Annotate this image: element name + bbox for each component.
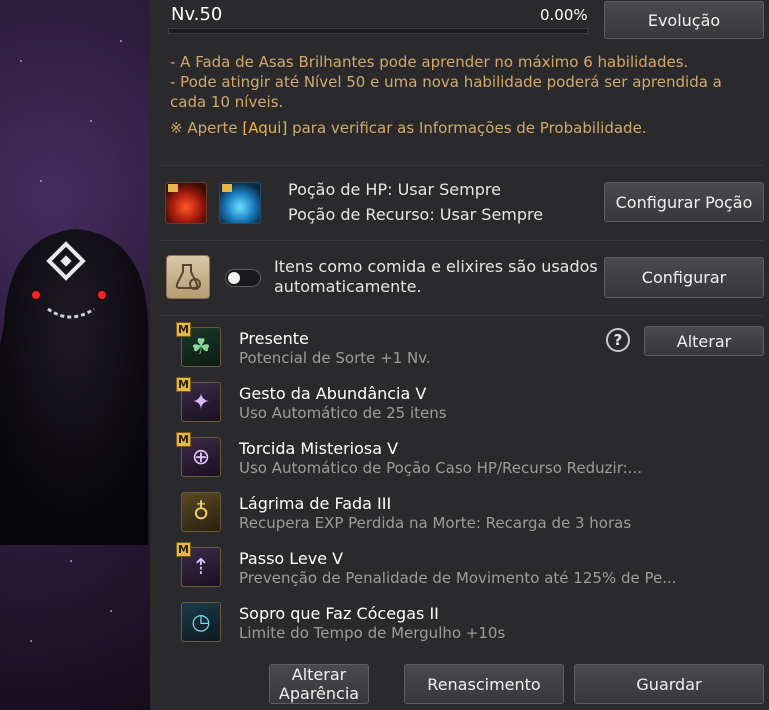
mastery-badge: M [176,322,191,337]
rebirth-button[interactable]: Renascimento [404,664,564,704]
resource-potion-icon[interactable] [219,182,261,224]
skill-description: Uso Automático de 25 itens [239,404,447,422]
skill-title: Torcida Misteriosa V [239,439,399,458]
level-label: Nv.50 [171,4,223,25]
mastery-badge: M [176,432,191,447]
mastery-badge: M [176,542,191,557]
skill-title: Gesto da Abundância V [239,384,427,403]
probability-link[interactable]: [Aqui] [242,119,287,137]
probability-note-suffix: para verificar as Informações de Probabi… [287,119,647,137]
skill-description: Potencial de Sorte +1 Nv. [239,349,431,367]
skill-description: Limite do Tempo de Mergulho +10s [239,624,506,642]
skill-description: Uso Automático de Poção Caso HP/Recurso … [239,459,642,477]
divider [160,240,763,241]
help-icon[interactable]: ? [606,328,630,352]
note-line-3: cada 10 níveis. [170,93,284,111]
skill-title: Presente [239,329,309,348]
note-line-2: - Pode atingir até Nível 50 e uma nova h… [170,73,722,91]
resource-potion-setting: Poção de Recurso: Usar Sempre [288,205,544,224]
bubble-timer-icon[interactable]: ◷ [181,602,221,642]
change-appearance-button[interactable]: Alterar Aparência [269,664,369,704]
exp-bar [168,28,588,34]
auto-items-toggle[interactable] [225,269,261,287]
store-button[interactable]: Guardar [574,664,764,704]
evolution-button[interactable]: Evolução [604,1,764,39]
skill-description: Prevenção de Penalidade de Movimento até… [239,569,677,587]
change-skill-button[interactable]: Alterar [644,326,764,356]
level-percent: 0.00% [540,6,588,24]
probability-note-prefix: ※ Aperte [170,119,243,137]
auto-items-text-1: Itens como comida e elixires são usados [274,257,598,276]
divider [160,165,763,166]
config-potion-button[interactable]: Configurar Poção [604,182,764,222]
auto-items-icon [166,255,210,299]
pet-portrait-area [0,0,150,710]
mastery-badge: M [176,377,191,392]
toggle-knob [228,272,240,284]
skill-description: Recupera EXP Perdida na Morte: Recarga d… [239,514,632,532]
configure-button[interactable]: Configurar [604,257,764,298]
hp-potion-icon[interactable] [165,182,207,224]
auto-items-text-2: automaticamente. [274,277,422,296]
note-line-1: - A Fada de Asas Brilhantes pode aprende… [170,53,689,71]
probability-note: ※ Aperte [Aqui] para verificar as Inform… [170,119,647,137]
skill-title: Passo Leve V [239,549,344,568]
skill-title: Sopro que Faz Cócegas II [239,604,439,623]
crown-icon [168,184,178,192]
dark-spirit-pet-image [0,229,148,545]
skill-title: Lágrima de Fada III [239,494,392,513]
flask-gear-icon [175,264,201,290]
divider [160,315,763,316]
hp-potion-setting: Poção de HP: Usar Sempre [288,180,501,199]
winged-tear-icon[interactable]: ♁ [181,492,221,532]
crown-icon [222,184,232,192]
